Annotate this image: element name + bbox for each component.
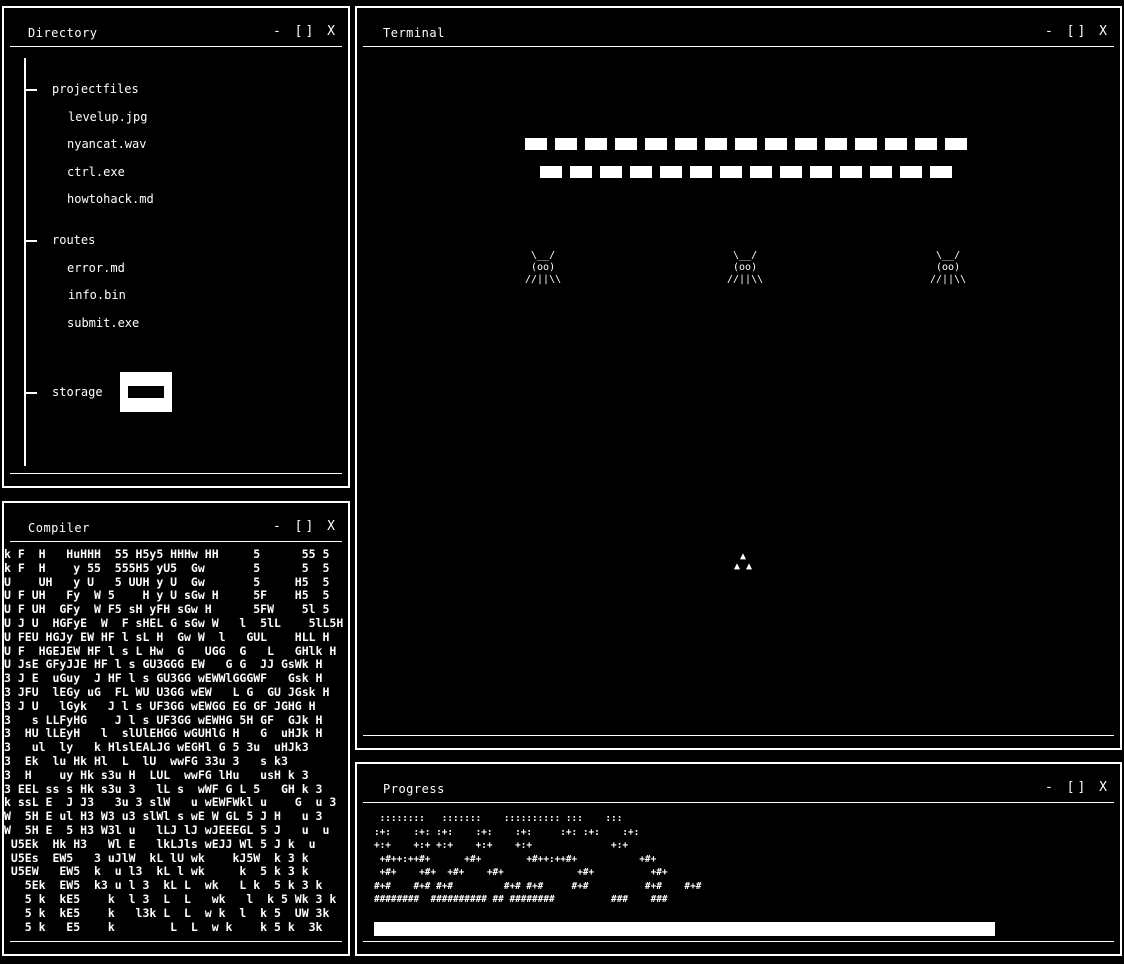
file-item[interactable]: error.md xyxy=(67,261,125,275)
progress-bar-fill xyxy=(374,922,995,936)
alien-art: \__/ (oo) //||\\ xyxy=(930,250,967,285)
barrier-block xyxy=(600,166,622,178)
barrier-block xyxy=(645,138,667,150)
cursor-block xyxy=(120,372,172,412)
barrier-block xyxy=(915,138,937,150)
file-item[interactable]: levelup.jpg xyxy=(68,110,147,124)
file-item[interactable]: howtohack.md xyxy=(67,192,154,206)
divider xyxy=(363,941,1114,942)
file-item[interactable]: ctrl.exe xyxy=(67,165,125,179)
folder-routes[interactable]: routes xyxy=(52,233,95,247)
file-item[interactable]: info.bin xyxy=(68,288,126,302)
alien-sprite: \__/ (oo) //||\\ xyxy=(727,250,787,294)
alien-sprite: \__/ (oo) //||\\ xyxy=(930,250,990,294)
barrier-block xyxy=(705,138,727,150)
barrier-block xyxy=(735,138,757,150)
divider xyxy=(10,473,342,474)
barrier-block xyxy=(570,166,592,178)
folder-storage[interactable]: storage xyxy=(52,385,103,399)
compiler-output: k F H HuHHH 55 H5y5 HHHw HH 5 55 5 k F H… xyxy=(4,547,344,934)
tree-branch xyxy=(26,392,37,394)
alien-art: \__/ (oo) //||\\ xyxy=(525,250,562,285)
file-item[interactable]: nyancat.wav xyxy=(67,137,146,151)
barrier-block xyxy=(870,166,892,178)
barrier-block xyxy=(765,138,787,150)
tree-trunk-line xyxy=(24,58,26,466)
barrier-block xyxy=(840,166,862,178)
barrier-block xyxy=(660,166,682,178)
tree-branch xyxy=(26,240,37,242)
progress-titlebar[interactable]: Progress - [] X xyxy=(363,764,1114,803)
divider xyxy=(10,941,342,942)
barrier-block xyxy=(540,166,562,178)
barrier-block xyxy=(855,138,877,150)
barrier-block xyxy=(750,166,772,178)
barrier-block xyxy=(720,166,742,178)
barrier-block xyxy=(585,138,607,150)
folder-projectfiles[interactable]: projectfiles xyxy=(52,82,139,96)
alien-art: \__/ (oo) //||\\ xyxy=(727,250,764,285)
window-controls[interactable]: - [] X xyxy=(1045,780,1110,795)
progress-bar xyxy=(374,922,1104,936)
barrier-block xyxy=(690,166,712,178)
directory-window: Directory - [] X xyxy=(2,6,350,488)
barrier-block xyxy=(795,138,817,150)
barrier-block xyxy=(825,138,847,150)
directory-titlebar[interactable]: Directory - [] X xyxy=(10,8,342,47)
barrier-block xyxy=(630,166,652,178)
player-ship: ▲ ▲ ▲ xyxy=(734,551,753,572)
barrier-block xyxy=(945,138,967,150)
window-title: Compiler xyxy=(28,521,90,535)
window-controls[interactable]: - [] X xyxy=(1045,24,1110,39)
barrier-block xyxy=(885,138,907,150)
compiler-titlebar[interactable]: Compiler - [] X xyxy=(10,503,342,542)
terminal-titlebar[interactable]: Terminal - [] X xyxy=(363,8,1114,47)
barrier-block xyxy=(900,166,922,178)
barrier-block xyxy=(930,166,952,178)
divider xyxy=(363,735,1114,736)
window-controls[interactable]: - [] X xyxy=(273,519,338,534)
barrier-block xyxy=(615,138,637,150)
window-controls[interactable]: - [] X xyxy=(273,24,338,39)
barrier-block xyxy=(780,166,802,178)
barrier-block xyxy=(525,138,547,150)
tree-branch xyxy=(26,89,37,91)
terminal-window: Terminal - [] X xyxy=(355,6,1122,750)
barrier-block xyxy=(555,138,577,150)
window-title: Progress xyxy=(383,782,445,796)
window-title: Directory xyxy=(28,26,98,40)
barrier-block xyxy=(810,166,832,178)
alien-sprite: \__/ (oo) //||\\ xyxy=(525,250,585,294)
cursor-inner xyxy=(128,386,164,398)
barrier-block xyxy=(675,138,697,150)
window-title: Terminal xyxy=(383,26,445,40)
file-item[interactable]: submit.exe xyxy=(67,316,139,330)
ascii-banner: :::::::: ::::::: :::::::::: ::: ::: :+: … xyxy=(374,813,702,905)
